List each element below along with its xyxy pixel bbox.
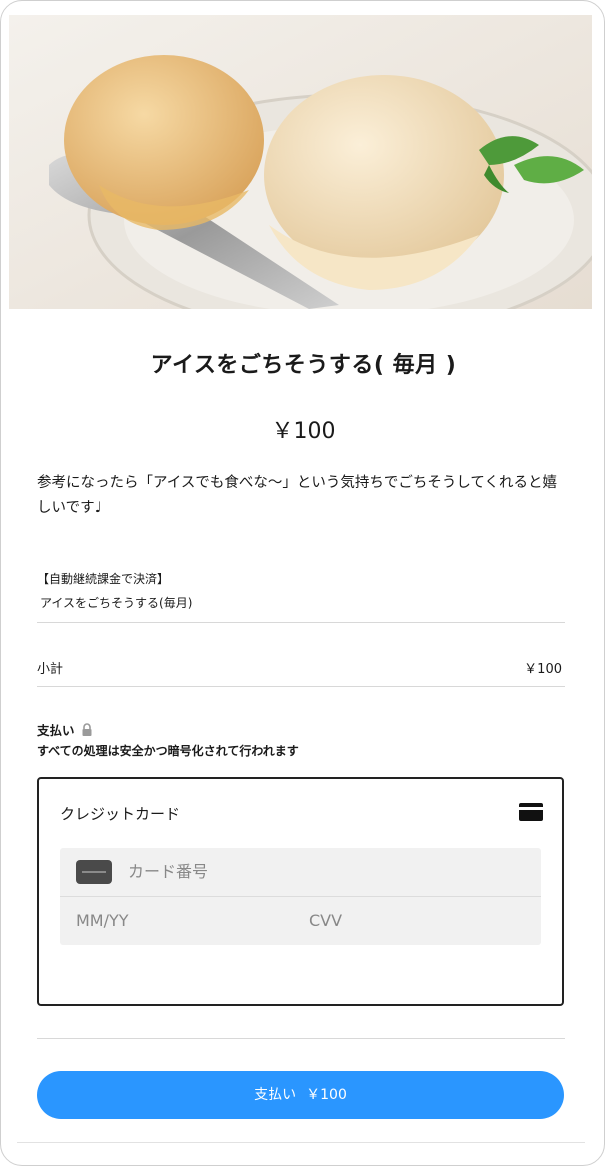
cvv-input[interactable]: CVV	[309, 897, 342, 945]
pay-button-label: 支払い	[254, 1087, 297, 1103]
card-chip-icon	[76, 860, 112, 884]
product-price: ￥100	[271, 419, 336, 444]
credit-card-icon	[519, 803, 543, 821]
payment-heading-label: 支払い	[37, 723, 75, 738]
lock-icon	[81, 723, 93, 736]
card-number-field[interactable]: カード番号	[60, 848, 541, 897]
card-number-input[interactable]: カード番号	[128, 848, 208, 896]
pay-button-amount: ￥100	[306, 1087, 347, 1103]
subtotal-value: ￥100	[524, 662, 562, 677]
payment-heading: 支払い	[37, 720, 93, 739]
divider	[17, 1142, 585, 1143]
divider	[37, 686, 565, 687]
checkout-card: アイスをごちそうする( 毎月 ) ￥100 参考になったら「アイスでも食べな〜」…	[0, 0, 605, 1166]
card-fields: カード番号 MM/YY CVV	[60, 848, 541, 945]
product-description: 参考になったら「アイスでも食べな〜」という気持ちでごちそうしてくれると嬉しいです…	[37, 475, 557, 516]
pay-button[interactable]: 支払い ￥100	[37, 1071, 564, 1119]
divider	[37, 622, 565, 623]
product-title: アイスをごちそうする( 毎月 )	[150, 353, 457, 378]
subtotal-label: 小計	[37, 662, 64, 677]
payment-method-label: クレジットカード	[60, 805, 181, 823]
product-image	[9, 15, 592, 309]
billing-item: アイスをごちそうする(毎月)	[40, 596, 193, 610]
billing-type-label: 【自動継続課金で決済】	[37, 572, 170, 586]
expiry-input[interactable]: MM/YY	[76, 897, 129, 945]
secure-note: すべての処理は安全かつ暗号化されて行われます	[37, 744, 299, 758]
credit-card-method[interactable]: クレジットカード カード番号 MM/YY CVV	[37, 777, 564, 1006]
divider	[37, 1038, 565, 1039]
